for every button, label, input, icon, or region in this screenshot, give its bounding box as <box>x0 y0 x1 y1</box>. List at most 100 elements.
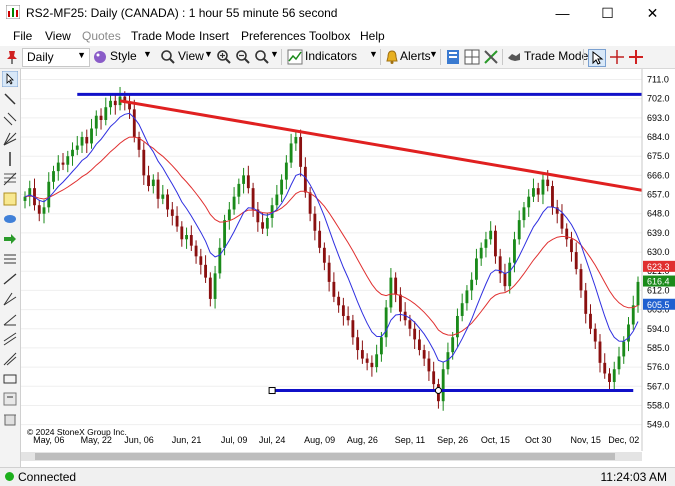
line-tool-icon[interactable] <box>2 91 18 107</box>
cycle-tool-icon[interactable] <box>2 331 18 347</box>
toolbar-separator <box>380 49 381 65</box>
menu-preferences[interactable]: Preferences <box>241 29 306 43</box>
pointer-tool-icon[interactable] <box>2 71 18 87</box>
cursor-pointer-icon[interactable] <box>588 49 606 67</box>
horizontal-lines-tool-icon[interactable] <box>2 251 18 267</box>
crosshair-icon[interactable] <box>609 49 625 65</box>
style-icon[interactable] <box>92 49 108 65</box>
candle-body <box>584 290 588 314</box>
candle-body <box>479 247 483 259</box>
candle-body <box>109 100 112 108</box>
candle-body <box>513 239 516 263</box>
x-tick-label: May, 06 <box>33 435 64 445</box>
tools-icon[interactable] <box>483 49 499 65</box>
chart-settings-icon[interactable] <box>445 49 461 65</box>
fast-ma-price-tag: 605.5 <box>643 298 675 310</box>
gann-tool-icon[interactable] <box>2 351 18 367</box>
candle-body <box>360 350 364 359</box>
candle-body <box>318 230 322 248</box>
x-tick-label: Sep, 11 <box>395 435 425 445</box>
menu-file[interactable]: File <box>13 29 32 43</box>
view-chevron-icon[interactable]: ▼ <box>204 49 213 59</box>
menu-view[interactable]: View <box>45 29 71 43</box>
close-button[interactable]: ✕ <box>630 0 675 26</box>
last-price-tag: 616.4 <box>643 275 675 287</box>
minimize-button[interactable]: — <box>540 0 585 26</box>
view-button[interactable]: View <box>178 49 204 63</box>
rectangle-tool-icon[interactable] <box>2 371 18 387</box>
indicators-button[interactable]: Indicators <box>305 49 357 63</box>
scrollbar-thumb[interactable] <box>35 453 615 460</box>
candle-body <box>332 281 336 297</box>
pitchfork-tool-icon[interactable] <box>2 291 18 307</box>
text-tool-icon[interactable] <box>2 391 18 407</box>
candle-body <box>61 162 65 165</box>
candle-body <box>565 228 569 240</box>
chart-area[interactable]: 711.0 702.0 693.0 684.0 675.0 666.0 657.0 648.0… <box>21 69 675 467</box>
trade-mode-button[interactable]: Trade Mode <box>524 49 588 63</box>
arrow-tool-icon[interactable] <box>2 231 18 247</box>
candle-body <box>242 175 246 184</box>
candle-body <box>175 215 179 227</box>
y-tick-label: 558.0 <box>647 400 670 410</box>
y-tick-label: 702.0 <box>647 94 670 104</box>
indicators-chevron-icon[interactable]: ▼ <box>369 49 378 59</box>
menu-insert[interactable]: Insert <box>199 29 229 43</box>
candle-body <box>589 313 592 329</box>
candle-body <box>631 305 635 325</box>
zoom-chevron-icon[interactable]: ▼ <box>270 49 279 59</box>
chart-grid-icon[interactable] <box>464 49 480 65</box>
trendline-handle[interactable] <box>434 387 442 395</box>
y-tick-label: 648.0 <box>647 209 670 219</box>
alert-bell-icon[interactable] <box>384 49 400 65</box>
candle-body <box>47 181 51 208</box>
menu-trade-mode[interactable]: Trade Mode <box>131 29 195 43</box>
vertical-line-tool-icon[interactable] <box>2 151 18 167</box>
trendline-handle[interactable] <box>268 387 276 395</box>
candle-body <box>213 273 217 299</box>
candle-body <box>166 194 169 210</box>
interval-select[interactable]: Daily ▼ <box>22 48 90 67</box>
indicators-icon[interactable] <box>287 49 303 65</box>
candle-body <box>113 100 117 106</box>
alerts-button[interactable]: Alerts <box>400 49 431 63</box>
zoom-out-icon[interactable] <box>235 49 251 65</box>
channel-tool-icon[interactable] <box>2 111 18 127</box>
ellipse-tool-icon[interactable] <box>2 211 18 227</box>
candle-body <box>413 328 417 340</box>
menu-help[interactable]: Help <box>360 29 385 43</box>
y-tick-label: 549.0 <box>647 420 670 430</box>
delete-tool-icon[interactable] <box>2 411 18 427</box>
candle-body <box>389 277 393 308</box>
y-tick-label: 594.0 <box>647 324 670 334</box>
candle-body <box>265 217 269 229</box>
trade-mode-icon[interactable] <box>506 49 522 65</box>
x-tick-label: Jul, 24 <box>259 435 286 445</box>
price-chart[interactable]: 711.0 702.0 693.0 684.0 675.0 666.0 657.0 648.0… <box>21 69 675 467</box>
maximize-button[interactable]: ☐ <box>585 0 630 26</box>
pin-icon[interactable] <box>4 49 20 65</box>
candle-body <box>71 149 74 157</box>
menu-quotes[interactable]: Quotes <box>82 29 121 43</box>
slow-ma-price-tag: 623.3 <box>643 260 675 272</box>
x-tick-label: Nov, 15 <box>571 435 601 445</box>
candle-body <box>541 179 545 195</box>
crosshair-cross-icon[interactable] <box>628 49 644 65</box>
alerts-chevron-icon[interactable]: ▼ <box>429 49 438 59</box>
menu-toolbox[interactable]: Toolbox <box>309 29 350 43</box>
x-tick-label: May, 22 <box>81 435 112 445</box>
style-button[interactable]: Style <box>110 49 137 63</box>
zoom-in-icon[interactable] <box>216 49 232 65</box>
fibonacci-tool-icon[interactable] <box>2 171 18 187</box>
view-magnifier-icon[interactable] <box>160 49 176 65</box>
zoom-fit-icon[interactable] <box>254 49 270 65</box>
ray-tool-icon[interactable] <box>2 271 18 287</box>
candle-body <box>593 328 597 342</box>
candle-body <box>185 235 188 240</box>
fan-tool-icon[interactable] <box>2 131 18 147</box>
candle-body <box>232 196 236 210</box>
trend-angle-tool-icon[interactable] <box>2 311 18 327</box>
y-tick-label: 639.0 <box>647 228 670 238</box>
note-tool-icon[interactable] <box>2 191 18 207</box>
style-chevron-icon[interactable]: ▼ <box>143 49 152 59</box>
